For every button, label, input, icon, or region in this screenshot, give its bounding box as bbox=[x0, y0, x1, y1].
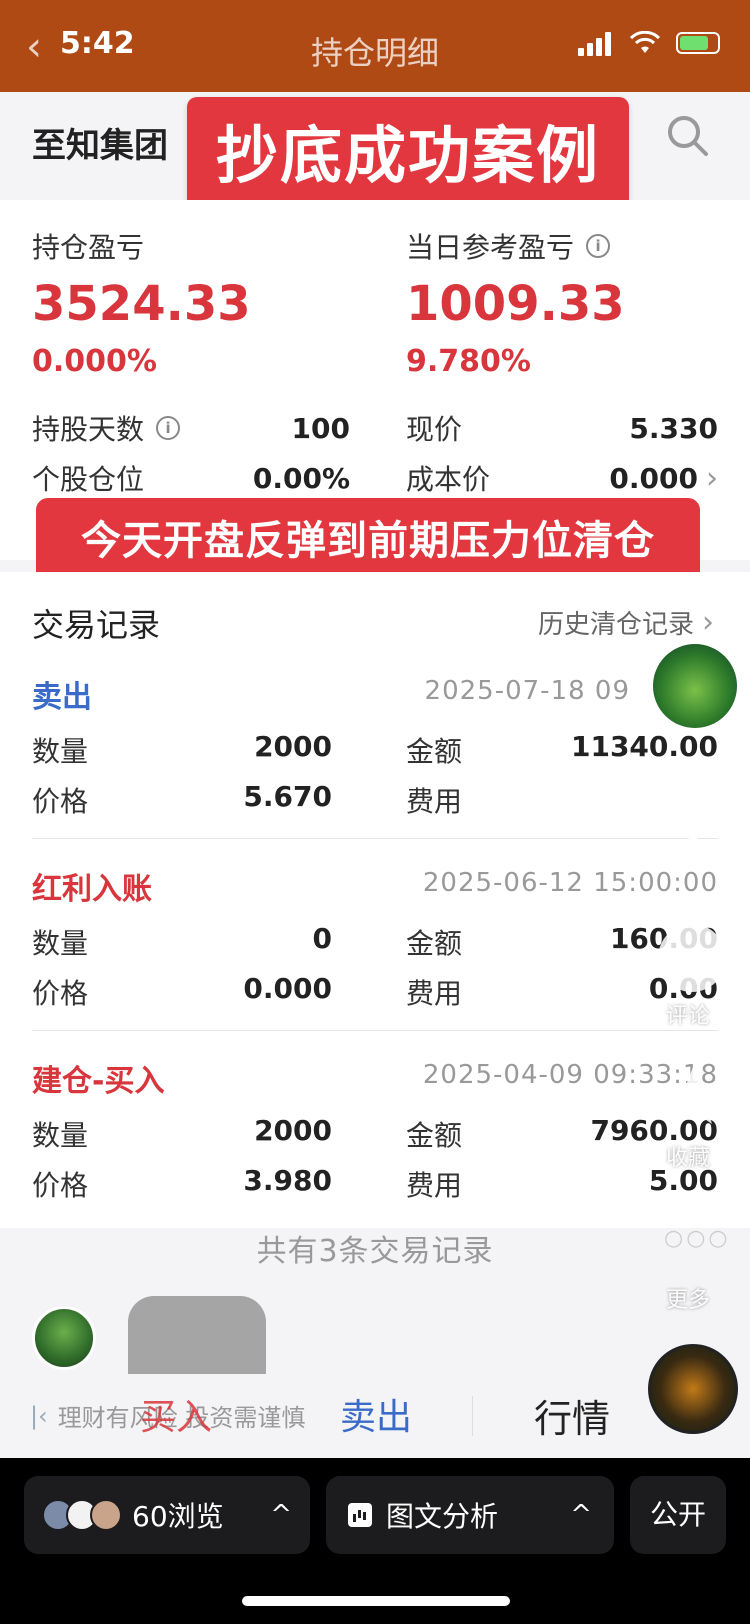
comment-label: 评论 bbox=[666, 1004, 711, 1029]
creator-avatar[interactable] bbox=[649, 640, 741, 732]
records-count: 共有3条交易记录 bbox=[256, 1234, 494, 1269]
trade-type: 红利入账 bbox=[32, 872, 152, 907]
status-icons bbox=[578, 30, 720, 56]
amount-label: 金额 bbox=[406, 927, 463, 960]
chevron-up-icon: ^ bbox=[270, 1500, 292, 1530]
wifi-icon bbox=[630, 31, 660, 53]
music-disc-icon[interactable] bbox=[648, 1344, 738, 1434]
trade-record[interactable]: 卖出 2025-07-18 09 数量 2000 金额 11340.00 价格 … bbox=[32, 672, 718, 865]
company-name: 至知集团 bbox=[32, 126, 168, 166]
hold-days-value: 100 bbox=[291, 411, 350, 445]
viewer-avatars bbox=[42, 1499, 122, 1531]
qty-label: 数量 bbox=[32, 927, 89, 960]
daily-pl-label: 当日参考盈亏 bbox=[406, 231, 575, 264]
records-title: 交易记录 bbox=[32, 606, 161, 644]
star-icon[interactable] bbox=[660, 1064, 726, 1130]
hold-days-label: 持股天数 bbox=[32, 413, 145, 446]
holding-pl-block: 持仓盈亏 3524.33 0.000% bbox=[32, 226, 251, 379]
views-button[interactable]: 60浏览 ^ bbox=[24, 1476, 310, 1554]
cost-price-row[interactable]: 成本价 0.000 › bbox=[406, 458, 718, 498]
price-value: 0.000 bbox=[243, 972, 332, 1005]
amount-label: 金额 bbox=[406, 735, 463, 768]
public-button[interactable]: 公开 bbox=[630, 1476, 726, 1554]
position-row: 个股仓位 0.00% bbox=[32, 458, 350, 498]
market-button[interactable]: 行情 bbox=[534, 1388, 610, 1443]
current-price-value: 5.330 bbox=[629, 411, 718, 445]
trade-records: 交易记录 历史清仓记录 › 卖出 2025-07-18 09 数量 2000 金… bbox=[0, 572, 750, 1228]
signal-icon bbox=[578, 30, 614, 56]
info-icon[interactable]: i bbox=[586, 234, 611, 258]
fee-label: 费用 bbox=[406, 977, 463, 1010]
qty-value: 0 bbox=[312, 922, 332, 955]
price-value: 5.670 bbox=[243, 780, 332, 813]
price-label: 价格 bbox=[32, 785, 89, 818]
trade-record[interactable]: 建仓-买入 2025-04-09 09:33:18 数量 2000 金额 796… bbox=[32, 1056, 718, 1249]
position-value: 0.00% bbox=[252, 461, 350, 495]
hold-days-row: 持股天数 i 100 bbox=[32, 408, 350, 448]
trade-type: 卖出 bbox=[32, 680, 92, 715]
trade-type: 建仓-买入 bbox=[32, 1064, 165, 1099]
amount-value: 11340.00 bbox=[570, 730, 718, 763]
battery-icon bbox=[676, 32, 720, 54]
promo-banner: 抄底成功案例 bbox=[187, 97, 629, 215]
cost-price-label: 成本价 bbox=[406, 463, 491, 496]
holding-pl-pct: 0.000% bbox=[32, 344, 157, 379]
home-indicator bbox=[242, 1596, 510, 1606]
qty-value: 2000 bbox=[254, 1114, 332, 1147]
cost-price-value-wrap: 0.000 › bbox=[609, 461, 718, 496]
daily-pl-block: 当日参考盈亏 i 1009.33 9.780% bbox=[406, 226, 625, 379]
sell-button[interactable]: 卖出 bbox=[340, 1388, 412, 1440]
comment-icon[interactable] bbox=[658, 924, 726, 992]
history-link[interactable]: 历史清仓记录 › bbox=[538, 604, 714, 641]
chart-icon bbox=[348, 1503, 372, 1527]
buy-button[interactable]: 买入 bbox=[140, 1388, 212, 1440]
analysis-label: 图文分析 bbox=[386, 1500, 499, 1533]
trade-time: 2025-07-18 09 bbox=[424, 676, 630, 706]
heart-icon[interactable] bbox=[660, 786, 726, 846]
cost-price-value: 0.000 bbox=[609, 461, 698, 495]
favorite-label: 收藏 bbox=[666, 1146, 711, 1171]
amount-label: 金额 bbox=[406, 1119, 463, 1152]
views-label: 60浏览 bbox=[132, 1500, 224, 1533]
more-label: 更多 bbox=[666, 1288, 711, 1313]
daily-pl-label-row: 当日参考盈亏 i bbox=[406, 226, 625, 266]
current-price-row: 现价 5.330 bbox=[406, 408, 718, 448]
author-avatar[interactable] bbox=[32, 1306, 96, 1370]
fee-label: 费用 bbox=[406, 785, 463, 818]
daily-pl-pct: 9.780% bbox=[406, 344, 531, 379]
qty-label: 数量 bbox=[32, 735, 89, 768]
price-label: 价格 bbox=[32, 1169, 89, 1202]
trade-time: 2025-06-12 15:00:00 bbox=[422, 868, 718, 898]
position-label: 个股仓位 bbox=[32, 463, 145, 496]
hold-days-key: 持股天数 i bbox=[32, 408, 181, 448]
trade-record[interactable]: 红利入账 2025-06-12 15:00:00 数量 0 金额 160.00 … bbox=[32, 864, 718, 1057]
holding-pl-label: 持仓盈亏 bbox=[32, 231, 145, 264]
divider bbox=[32, 1030, 718, 1031]
status-bar: ‹ 5:42 持仓明细 bbox=[0, 0, 750, 92]
qty-value: 2000 bbox=[254, 730, 332, 763]
analysis-button[interactable]: 图文分析 ^ bbox=[326, 1476, 614, 1554]
chevron-right-icon: › bbox=[706, 460, 718, 496]
trade-action-bar: |‹ 理财有风险 投资需谨慎 买入 卖出 行情 bbox=[0, 1374, 750, 1458]
price-label: 价格 bbox=[32, 977, 89, 1010]
holding-pl-value: 3524.33 bbox=[32, 276, 251, 332]
chevron-right-icon: › bbox=[702, 605, 714, 640]
chevron-left-icon: |‹ bbox=[30, 1401, 48, 1430]
daily-pl-value: 1009.33 bbox=[406, 276, 625, 332]
divider bbox=[472, 1396, 473, 1436]
history-link-label: 历史清仓记录 bbox=[537, 610, 694, 640]
current-price-label: 现价 bbox=[406, 413, 463, 446]
avatar bbox=[90, 1499, 122, 1531]
more-icon[interactable]: ○○○ bbox=[664, 1226, 731, 1251]
price-value: 3.980 bbox=[243, 1164, 332, 1197]
divider bbox=[32, 838, 718, 839]
search-icon[interactable] bbox=[666, 114, 710, 158]
fee-label: 费用 bbox=[406, 1169, 463, 1202]
qty-label: 数量 bbox=[32, 1119, 89, 1152]
chevron-up-icon: ^ bbox=[570, 1500, 592, 1530]
info-icon[interactable]: i bbox=[156, 416, 181, 440]
